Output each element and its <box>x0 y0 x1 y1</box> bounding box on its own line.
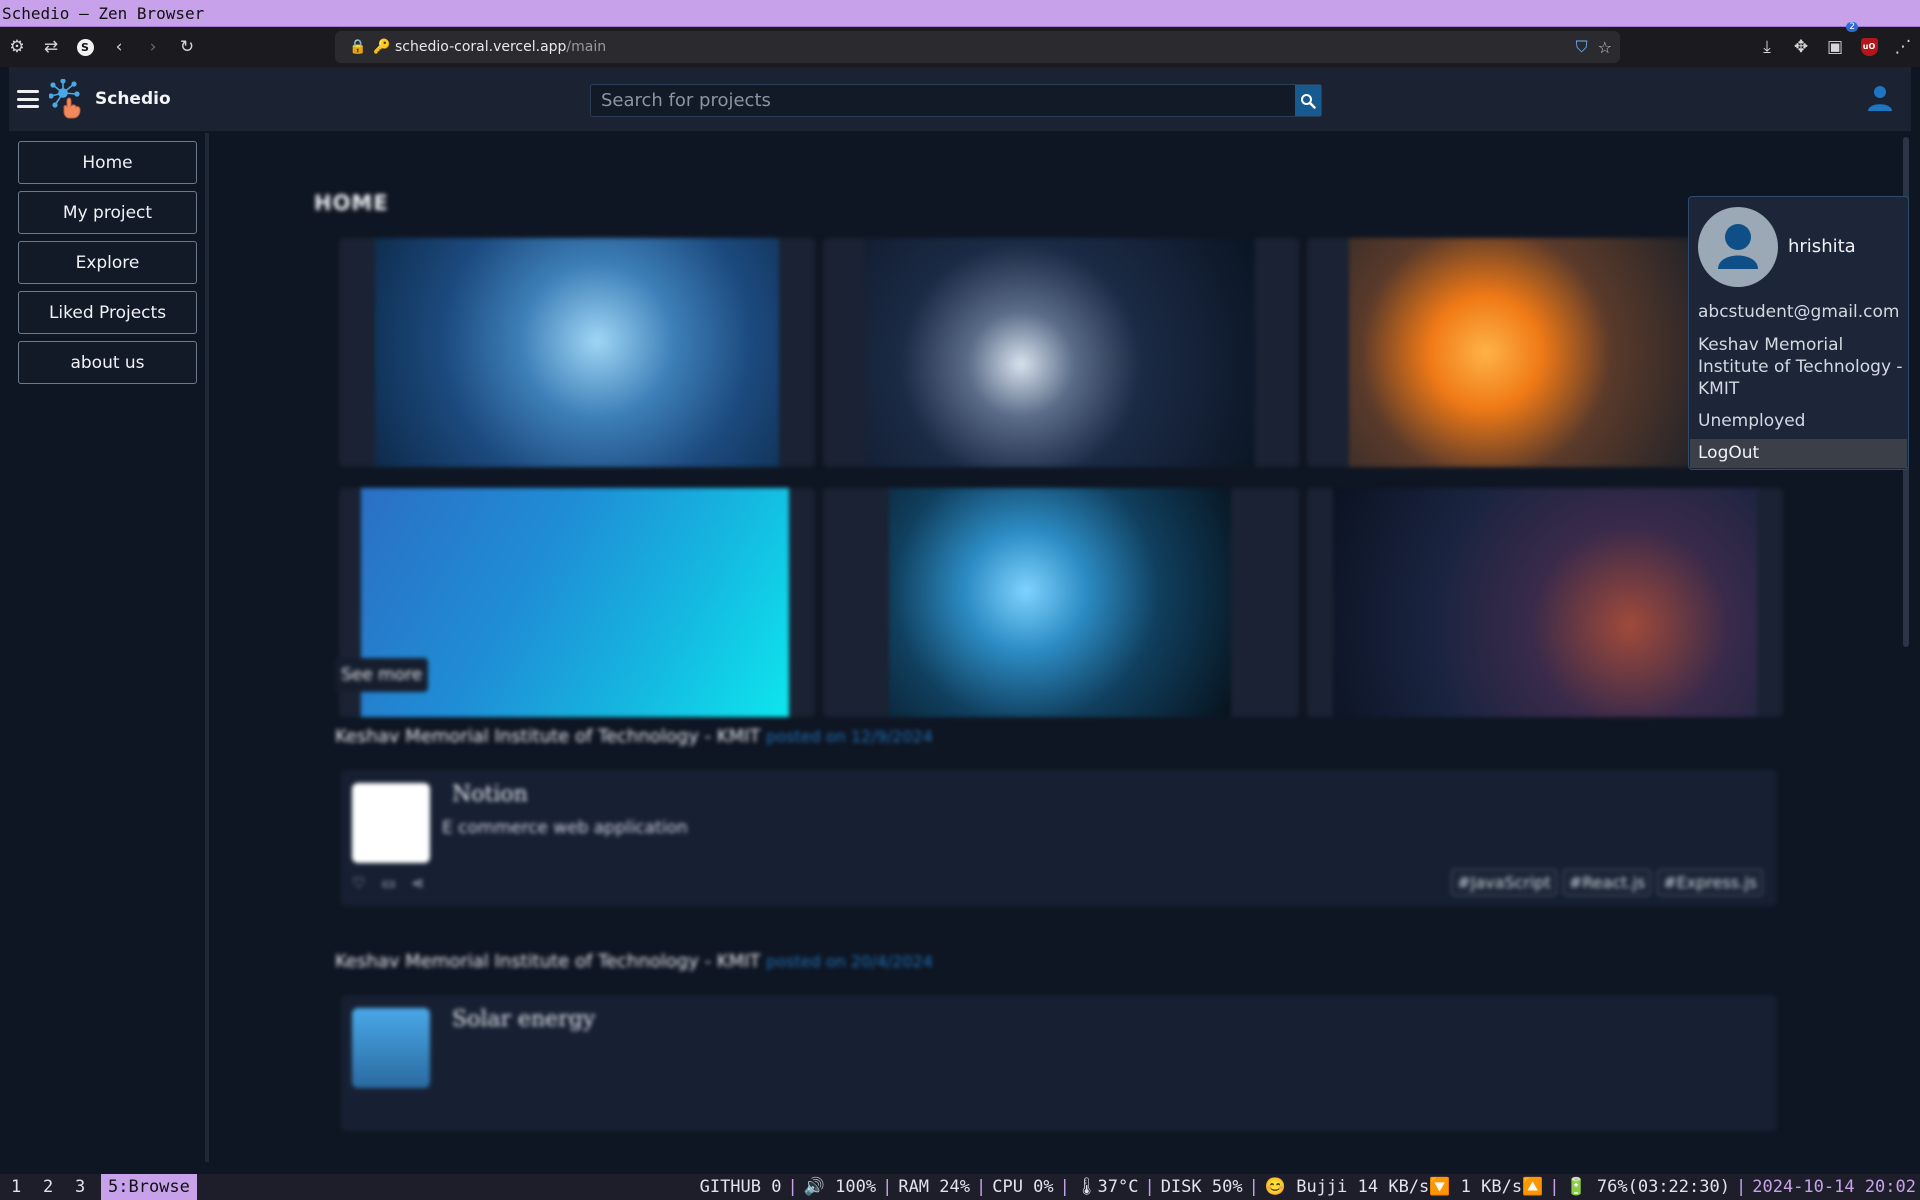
window-title: Schedio — Zen Browser <box>2 4 205 23</box>
workspace-3[interactable]: 3 <box>68 1174 92 1200</box>
post-header: Keshav Memorial Institute of Technology … <box>335 726 933 747</box>
sidebar: Home My project Explore Liked Projects a… <box>9 133 209 1162</box>
profile-email: abcstudent@gmail.com <box>1698 302 1900 322</box>
bookmark-star-icon[interactable]: ☆ <box>1598 38 1612 57</box>
sidebar-item-explore[interactable]: Explore <box>18 241 197 284</box>
temperature-status: 🌡37°C <box>1075 1177 1139 1197</box>
hamburger-menu-icon[interactable] <box>17 90 39 108</box>
post-thumbnail <box>352 783 430 863</box>
cpu-status: CPU 0% <box>992 1177 1054 1197</box>
tag[interactable]: #JavaScript <box>1451 869 1557 896</box>
post-thumbnail <box>352 1008 430 1088</box>
user-account-icon[interactable] <box>1865 83 1895 113</box>
sidebar-item-about-us[interactable]: about us <box>18 341 197 384</box>
search-button[interactable] <box>1295 85 1321 116</box>
project-card[interactable] <box>823 238 1299 467</box>
project-card[interactable] <box>823 488 1299 717</box>
profile-name: hrishita <box>1788 236 1856 257</box>
project-image-ai-robot <box>865 238 1255 467</box>
search-input[interactable] <box>591 85 1301 116</box>
logout-button[interactable]: LogOut <box>1690 439 1907 468</box>
post-card[interactable]: Notion E commerce web application ♡ ▭ ⋖ … <box>341 770 1777 906</box>
page-title: HOME <box>314 191 389 215</box>
reload-button[interactable]: ↻ <box>170 31 204 63</box>
window-title-bar: Schedio — Zen Browser <box>0 0 1920 27</box>
workspace-5-browse[interactable]: 5:Browse <box>101 1174 197 1200</box>
tag[interactable]: #React.js <box>1562 869 1652 896</box>
project-image-network <box>1333 488 1757 717</box>
profile-avatar <box>1698 207 1778 287</box>
url-host: schedio-coral.vercel.app <box>395 39 567 55</box>
settings-icon[interactable]: ⚙ <box>0 31 34 63</box>
post-date: posted on 12/9/2024 <box>766 727 933 746</box>
extensions-icon[interactable]: ✥ <box>1784 31 1818 63</box>
post-title[interactable]: Solar energy <box>452 1007 595 1032</box>
page-info-icon[interactable]: 🔒 <box>343 39 373 55</box>
ram-status: RAM 24% <box>898 1177 970 1197</box>
swap-tabs-icon[interactable]: ⇄ <box>34 31 68 63</box>
post-title[interactable]: Notion <box>452 782 528 807</box>
profile-job-status: Unemployed <box>1698 411 1806 431</box>
forward-button[interactable]: › <box>136 31 170 63</box>
battery-status: 🔋 76%(03:22:30) <box>1565 1177 1730 1197</box>
key-icon[interactable]: 🔑 <box>373 39 395 55</box>
downloads-icon[interactable]: ⤓ <box>1750 31 1784 63</box>
project-image-medical <box>375 238 779 467</box>
brand-name[interactable]: Schedio <box>95 89 171 109</box>
post-description: E commerce web application <box>442 818 688 838</box>
sidebar-item-my-project[interactable]: My project <box>18 191 197 234</box>
search-bar <box>590 84 1322 117</box>
main-content: HOME See more Keshav Memorial Institute … <box>214 133 1911 1162</box>
like-icon[interactable]: ♡ <box>352 874 365 892</box>
profile-popup: hrishita abcstudent@gmail.com Keshav Mem… <box>1688 196 1909 470</box>
browser-toolbar: ⚙ ⇄ S ‹ › ↻ 🔒 🔑 schedio-coral.vercel.app… <box>0 22 1920 67</box>
github-status: GITHUB 0 <box>699 1177 782 1197</box>
sidebar-item-liked-projects[interactable]: Liked Projects <box>18 291 197 334</box>
back-button[interactable]: ‹ <box>102 31 136 63</box>
post-institute[interactable]: Keshav Memorial Institute of Technology … <box>335 951 760 972</box>
search-icon <box>1301 93 1316 109</box>
app-header: Schedio <box>9 67 1911 131</box>
sidebar-item-home[interactable]: Home <box>18 141 197 184</box>
profile-college: Keshav Memorial Institute of Technology … <box>1698 335 1903 399</box>
menu-icon[interactable]: ⋰ <box>1886 31 1920 63</box>
volume-status: 🔊 100% <box>803 1177 877 1197</box>
disk-status: DISK 50% <box>1160 1177 1243 1197</box>
post-header: Keshav Memorial Institute of Technology … <box>335 951 933 972</box>
app-viewport: Schedio Home My project Explore Liked Pr… <box>9 67 1911 1162</box>
post-actions: ♡ ▭ ⋖ <box>352 874 424 892</box>
status-indicators: GITHUB 0 | 🔊 100% | RAM 24% | CPU 0% | 🌡37°C | DIS… <box>699 1177 1916 1197</box>
clock: 2024-10-14 20:02 <box>1752 1177 1916 1197</box>
post-tags: #JavaScript #React.js #Express.js <box>1451 869 1763 896</box>
workspace-2[interactable]: 2 <box>36 1174 60 1200</box>
schedio-logo-icon <box>49 79 81 119</box>
ublock-icon[interactable]: uO <box>1852 31 1886 63</box>
site-favicon-icon[interactable]: S <box>68 31 102 63</box>
post-card[interactable]: Solar energy <box>341 995 1777 1131</box>
user-avatar-icon <box>1718 224 1758 269</box>
share-icon[interactable]: ⋖ <box>412 874 425 892</box>
url-bar[interactable]: 🔒 🔑 schedio-coral.vercel.app/main ⛉ ☆ <box>335 31 1620 63</box>
network-status: 😊 Bujji 14 KB/s🔽 1 KB/s🔼 <box>1264 1177 1544 1197</box>
post-date: posted on 20/4/2024 <box>766 952 933 971</box>
project-image-ecommerce <box>889 488 1231 717</box>
url-text[interactable]: schedio-coral.vercel.app/main <box>395 39 606 55</box>
comment-icon[interactable]: ▭ <box>381 874 395 892</box>
system-status-bar: 1 2 3 5:Browse GITHUB 0 | 🔊 100% | RAM 24% | C… <box>0 1174 1920 1200</box>
project-card[interactable] <box>339 238 815 467</box>
tag[interactable]: #Express.js <box>1657 869 1763 896</box>
project-image-web-development <box>1349 238 1739 467</box>
post-institute[interactable]: Keshav Memorial Institute of Technology … <box>335 726 760 747</box>
workspace-1[interactable]: 1 <box>4 1174 28 1200</box>
tracking-shield-icon[interactable]: ⛉ <box>1576 37 1588 57</box>
extension-badge-count: 2 <box>1846 22 1858 32</box>
extension-badge-icon[interactable]: ▣ 2 <box>1818 22 1858 63</box>
url-path: /main <box>566 39 607 55</box>
see-more-button[interactable]: See more <box>335 658 429 692</box>
project-card[interactable] <box>1307 488 1783 717</box>
